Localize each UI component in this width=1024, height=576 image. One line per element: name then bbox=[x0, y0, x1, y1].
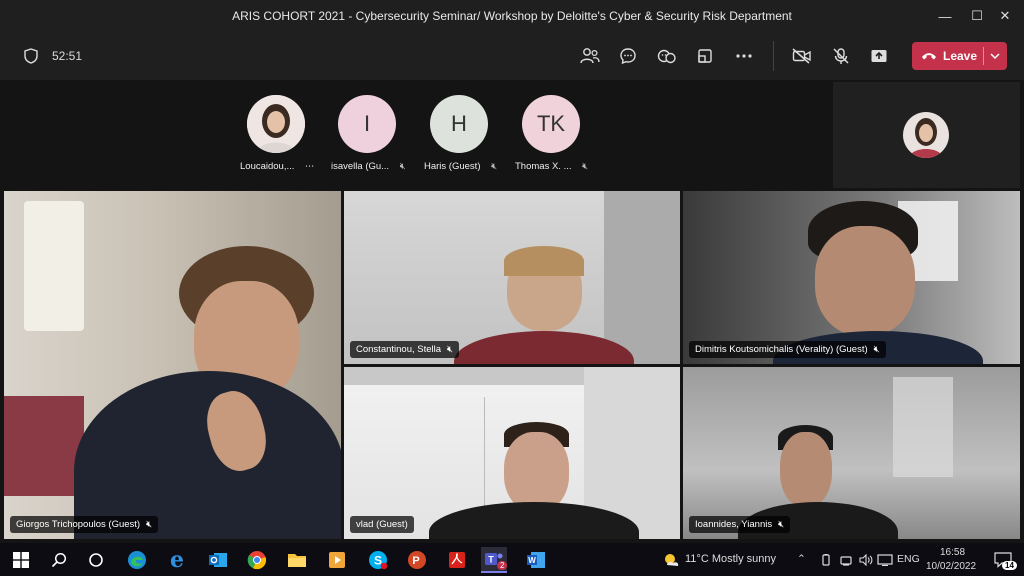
toolbar-divider bbox=[773, 41, 774, 71]
participant-name: isavella (Gu... bbox=[331, 161, 390, 172]
participant-label: Giorgos Trichopoulos (Guest) 🔇︎ bbox=[10, 516, 159, 533]
video-tile[interactable]: vlad (Guest) bbox=[344, 367, 680, 539]
language-indicator[interactable]: ENG bbox=[897, 553, 920, 565]
avatar[interactable]: TK bbox=[522, 95, 580, 153]
participant-label: vlad (Guest) bbox=[350, 516, 414, 533]
leave-label: Leave bbox=[943, 49, 978, 63]
svg-text:P: P bbox=[412, 555, 419, 567]
participant-name: vlad (Guest) bbox=[356, 519, 408, 530]
title-bar: ARIS COHORT 2021 - Cybersecurity Seminar… bbox=[0, 0, 1024, 32]
self-preview[interactable] bbox=[833, 82, 1020, 188]
share-screen-button[interactable] bbox=[864, 41, 894, 71]
notifications-icon[interactable]: 14 bbox=[990, 547, 1017, 573]
video-tile[interactable]: Giorgos Trichopoulos (Guest) 🔇︎ bbox=[4, 191, 341, 539]
word-icon[interactable]: W bbox=[523, 547, 549, 573]
leave-button[interactable]: Leave bbox=[912, 42, 1007, 70]
powerpoint-icon[interactable]: P bbox=[404, 547, 430, 573]
strip-name: Haris (Guest) 🔇︎ bbox=[424, 161, 497, 172]
camera-off-button[interactable] bbox=[787, 41, 817, 71]
participants-button[interactable] bbox=[575, 41, 605, 71]
mic-muted-icon: 🔇︎ bbox=[778, 519, 785, 530]
profile-photo bbox=[247, 95, 305, 153]
close-button[interactable]: ✕ bbox=[986, 0, 1024, 32]
more-options-icon[interactable]: ⋯ bbox=[305, 161, 315, 172]
outlook-icon[interactable] bbox=[205, 547, 231, 573]
reactions-button[interactable] bbox=[652, 41, 682, 71]
phone-hangup-icon bbox=[922, 53, 936, 60]
avatar-initials: TK bbox=[536, 111, 566, 136]
self-avatar bbox=[903, 112, 949, 158]
mic-muted-icon: 🔇︎ bbox=[873, 344, 880, 355]
edge-icon[interactable] bbox=[124, 547, 150, 573]
avatar[interactable]: I bbox=[338, 95, 396, 153]
windows-start-icon[interactable] bbox=[8, 547, 34, 573]
weather-icon[interactable] bbox=[658, 547, 684, 573]
internet-explorer-icon[interactable]: e bbox=[164, 547, 190, 573]
avatar[interactable] bbox=[247, 95, 305, 153]
notification-count: 14 bbox=[1002, 561, 1017, 570]
mic-muted-button[interactable] bbox=[826, 41, 856, 71]
avatar-initials: H bbox=[451, 111, 467, 136]
strip-name: Thomas X. ... 🔇︎ bbox=[515, 161, 588, 172]
weather-text[interactable]: 11°C Mostly sunny bbox=[685, 553, 776, 565]
participant-name: Giorgos Trichopoulos (Guest) bbox=[16, 519, 141, 530]
avatar[interactable]: H bbox=[430, 95, 488, 153]
clock-date[interactable]: 10/02/2022 bbox=[926, 561, 976, 572]
participant-label: Dimitris Koutsomichalis (Verality) (Gues… bbox=[689, 341, 886, 358]
participant-name: Ioannides, Yiannis bbox=[695, 519, 773, 530]
strip-name: isavella (Gu... 🔇︎ bbox=[331, 161, 406, 172]
svg-text:S: S bbox=[374, 554, 382, 568]
avatar-initials: I bbox=[363, 111, 371, 136]
teams-icon[interactable]: T 2 bbox=[481, 547, 508, 573]
chat-button[interactable] bbox=[613, 41, 643, 71]
shield-icon bbox=[16, 41, 46, 71]
participant-name: Loucaidou,... bbox=[240, 161, 295, 172]
participant-strip bbox=[4, 82, 830, 188]
teams-badge: 2 bbox=[497, 561, 508, 570]
search-icon[interactable] bbox=[46, 547, 72, 573]
video-tile[interactable]: Constantinou, Stella 🔇︎ bbox=[344, 191, 680, 364]
video-tile[interactable]: Ioannides, Yiannis 🔇︎ bbox=[683, 367, 1020, 539]
participant-name: Thomas X. ... bbox=[515, 161, 572, 172]
video-tile[interactable]: Dimitris Koutsomichalis (Verality) (Gues… bbox=[683, 191, 1020, 364]
breakout-rooms-button[interactable] bbox=[690, 41, 720, 71]
acrobat-icon[interactable] bbox=[444, 547, 470, 573]
more-actions-button[interactable] bbox=[729, 41, 759, 71]
participant-label: Ioannides, Yiannis 🔇︎ bbox=[689, 516, 791, 533]
meeting-toolbar: 52:51 Leave bbox=[0, 32, 1024, 80]
mic-muted-icon: 🔇︎ bbox=[582, 161, 589, 172]
window-title: ARIS COHORT 2021 - Cybersecurity Seminar… bbox=[232, 9, 792, 23]
meeting-timer: 52:51 bbox=[52, 49, 83, 63]
display-icon[interactable] bbox=[872, 547, 898, 573]
svg-text:T: T bbox=[488, 555, 494, 565]
strip-name: Loucaidou,... ⋯ bbox=[240, 161, 315, 172]
mic-muted-icon: 🔇︎ bbox=[399, 161, 406, 172]
svg-text:W: W bbox=[528, 556, 536, 565]
chevron-up-icon[interactable]: ⌃ bbox=[797, 553, 806, 565]
taskbar: e S P T 2 W 11°C Mostly sunny ⌃ ENG 16:5… bbox=[0, 543, 1024, 576]
cortana-icon[interactable] bbox=[83, 547, 109, 573]
mic-muted-icon: 🔇︎ bbox=[491, 161, 498, 172]
participant-name: Haris (Guest) bbox=[424, 161, 481, 172]
participant-name: Constantinou, Stella bbox=[356, 344, 442, 355]
chrome-icon[interactable] bbox=[244, 547, 270, 573]
mic-muted-icon: 🔇︎ bbox=[146, 519, 153, 530]
media-player-icon[interactable] bbox=[324, 547, 350, 573]
participant-label: Constantinou, Stella 🔇︎ bbox=[350, 341, 460, 358]
chevron-down-icon[interactable] bbox=[990, 53, 1000, 60]
participant-name: Dimitris Koutsomichalis (Verality) (Gues… bbox=[695, 344, 868, 355]
clock-time[interactable]: 16:58 bbox=[940, 547, 965, 558]
file-explorer-icon[interactable] bbox=[284, 547, 310, 573]
leave-divider bbox=[983, 47, 984, 65]
skype-icon[interactable]: S bbox=[365, 547, 391, 573]
mic-muted-icon: 🔇︎ bbox=[447, 344, 454, 355]
